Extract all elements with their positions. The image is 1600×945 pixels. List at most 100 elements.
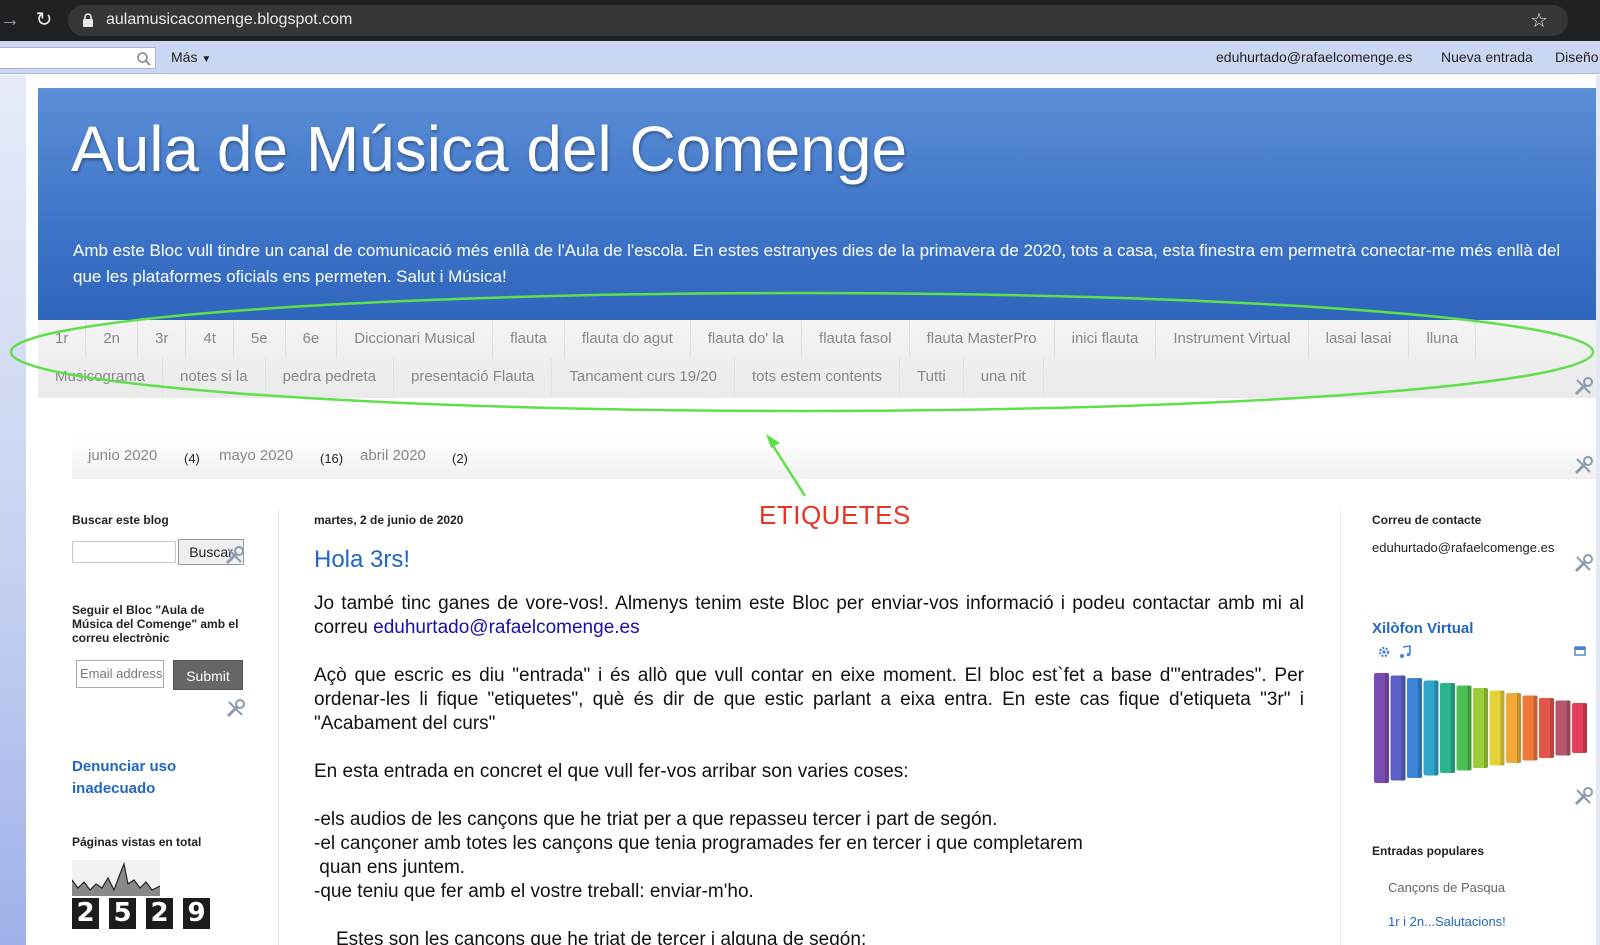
label-tab[interactable]: flauta (493, 320, 565, 358)
label-tab[interactable]: tots estem contents (735, 358, 901, 396)
archive-month[interactable]: abril 2020 (360, 447, 426, 464)
edit-widget-icon[interactable] (1572, 376, 1594, 398)
search-icon[interactable] (136, 51, 152, 67)
archive-widget: junio 2020 (4) mayo 2020 (16) abril 2020… (72, 437, 1596, 479)
xylophone-bar-shade (1401, 675, 1406, 781)
label-tab[interactable]: flauta fasol (802, 320, 910, 358)
counter-digit: 2 (146, 898, 173, 929)
pageviews-title: Páginas vistas en total (72, 835, 202, 849)
annotation-label: ETIQUETES (759, 500, 911, 530)
label-tab[interactable]: lasai lasai (1309, 320, 1410, 358)
browser-window: → ↻ aulamusicacomenge.blogspot.com ☆ Más… (0, 0, 1600, 945)
label-tab[interactable]: flauta do agut (565, 320, 691, 358)
blog-search-input[interactable] (72, 541, 176, 563)
post-paragraph: Jo també tinc ganes de vore-vos!. Almeny… (314, 592, 1304, 640)
label-tab[interactable]: 5e (234, 320, 286, 358)
label-tab[interactable]: una nit (964, 358, 1044, 396)
edit-widget-icon[interactable] (1572, 455, 1594, 477)
address-bar[interactable]: aulamusicacomenge.blogspot.com ☆ (68, 5, 1568, 36)
forward-icon[interactable]: → (0, 8, 20, 32)
labels-widget: 1r 2n 3r 4t 5e 6e Diccionari Musical flauta flau… (38, 320, 1596, 398)
popular-post-link[interactable]: 1r i 2n...Salutacions! (1388, 914, 1506, 929)
blog-title[interactable]: Aula de Música del Comenge (71, 112, 907, 186)
navbar-search-input[interactable] (0, 47, 156, 69)
label-tab[interactable]: Instrument Virtual (1156, 320, 1309, 358)
label-tab[interactable]: 1r (38, 320, 87, 358)
list-item: -els audios de les cançons que he triat … (314, 809, 998, 830)
user-email[interactable]: eduhurtado@rafaelcomenge.es (1216, 49, 1412, 65)
list-item: quan ens juntem. (314, 857, 466, 878)
page-background-right (1596, 75, 1600, 945)
popular-post-link[interactable]: Cançons de Pasqua (1388, 880, 1505, 895)
follow-by-email-text: Seguir el Bloc "Aula de Música del Comen… (72, 603, 239, 645)
label-tab[interactable]: lluna (1409, 320, 1477, 358)
edit-widget-icon[interactable] (1572, 553, 1594, 575)
label-tab[interactable]: notes si la (163, 358, 266, 396)
xylophone-bar-shade (1533, 695, 1538, 761)
list-item: -que teniu que fer amb el vostre treball… (314, 881, 754, 902)
column-divider (1340, 510, 1341, 945)
post-title[interactable]: Hola 3rs! (314, 546, 410, 574)
xylophone-bar-shade (1434, 680, 1439, 776)
xylophone-bar-shade (1418, 678, 1422, 778)
label-tab[interactable]: 2n (86, 320, 139, 358)
label-tab[interactable]: inici flauta (1055, 320, 1157, 358)
email-link[interactable]: eduhurtado@rafaelcomenge.es (373, 617, 639, 638)
page-background-left (0, 75, 26, 945)
xylophone-bar-shade (1583, 703, 1587, 753)
label-tab[interactable]: Tancament curs 19/20 (552, 358, 735, 396)
label-tab[interactable]: Tutti (900, 358, 964, 396)
archive-count: (4) (184, 451, 200, 466)
xylophone-title[interactable]: Xilòfon Virtual (1372, 620, 1473, 637)
xylophone-bar-shade (1451, 683, 1455, 773)
counter-digit: 5 (109, 898, 136, 929)
list-item: -el cançoner amb totes les cançons que t… (314, 833, 1083, 854)
xylophone-bar-shade (1385, 673, 1389, 783)
reload-icon[interactable]: ↻ (32, 8, 56, 32)
pageviews-sparkline (72, 860, 160, 896)
label-tab[interactable]: 3r (138, 320, 187, 358)
virtual-xylophone[interactable] (1370, 665, 1592, 795)
xylophone-bar-shade (1484, 688, 1488, 768)
edit-widget-icon[interactable] (1572, 786, 1594, 808)
label-tab[interactable]: flauta MasterPro (910, 320, 1055, 358)
archive-count: (2) (452, 451, 468, 466)
email-subscribe-input[interactable]: Email address... (76, 660, 164, 688)
fullscreen-icon[interactable] (1574, 645, 1586, 657)
blog-description: Amb este Bloc vull tindre un canal de co… (73, 241, 1561, 286)
labels-row-2: Musicograma notes si la pedra pedreta prese… (38, 358, 1044, 396)
labels-row-1: 1r 2n 3r 4t 5e 6e Diccionari Musical flauta flau… (38, 320, 1477, 358)
xylophone-bar-shade (1566, 700, 1571, 756)
caret-down-icon: ▼ (201, 54, 212, 65)
label-tab[interactable]: 6e (286, 320, 338, 358)
email-submit-button[interactable]: Submit (173, 660, 243, 690)
settings-icon[interactable] (1377, 645, 1391, 659)
label-tab[interactable]: presentació Flauta (394, 358, 553, 396)
label-tab[interactable]: 4t (186, 320, 234, 358)
archive-count: (16) (320, 451, 344, 466)
bookmark-star-icon[interactable]: ☆ (1530, 8, 1548, 33)
new-post-link[interactable]: Nueva entrada (1441, 49, 1533, 65)
post-body: Jo també tinc ganes de vore-vos!. Almeny… (314, 592, 1304, 945)
label-tab[interactable]: flauta do' la (691, 320, 803, 358)
label-tab[interactable]: pedra pedreta (266, 358, 394, 396)
archive-month[interactable]: mayo 2020 (219, 447, 293, 464)
lock-icon (83, 13, 93, 27)
url-text: aulamusicacomenge.blogspot.com (106, 11, 353, 28)
popular-posts-title: Entradas populares (1372, 844, 1485, 858)
xylophone-bar-shade (1467, 685, 1472, 771)
xylophone-bar-shade (1500, 690, 1505, 766)
xylophone-bar-shade (1517, 693, 1521, 763)
contact-title: Correu de contacte (1372, 513, 1482, 527)
report-abuse-link[interactable]: Denunciar uso inadecuado (72, 756, 212, 800)
edit-widget-icon[interactable] (224, 698, 246, 720)
music-note-icon[interactable] (1398, 645, 1412, 659)
blog-header: Aula de Música del Comenge Amb este Bloc… (38, 88, 1596, 320)
label-tab[interactable]: Diccionari Musical (337, 320, 494, 358)
more-menu[interactable]: Más ▼ (171, 49, 211, 65)
edit-widget-icon[interactable] (223, 545, 245, 567)
design-link[interactable]: Diseño (1555, 49, 1599, 65)
label-tab[interactable]: Musicograma (38, 358, 164, 396)
archive-month[interactable]: junio 2020 (88, 447, 157, 464)
pageviews-counter: 2 5 2 9 (72, 898, 210, 929)
